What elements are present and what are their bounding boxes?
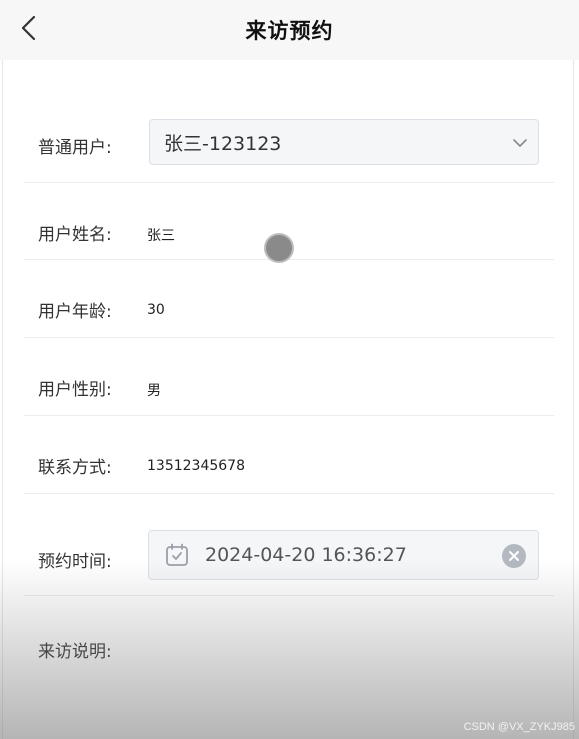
nav-bar: 来访预约	[0, 0, 579, 60]
gender-label: 用户性别:	[38, 380, 112, 400]
visit-appointment-page: 来访预约 普通用户: 张三-123123 用户姓名: 张三 用户年龄: 30 用	[0, 0, 579, 739]
page-title: 来访预约	[245, 19, 334, 43]
calendar-icon	[166, 543, 188, 566]
right-edge-divider	[573, 60, 574, 739]
name-value: 张三	[147, 228, 175, 244]
age-value: 30	[147, 302, 165, 318]
clear-icon[interactable]	[502, 544, 526, 568]
form-row-gender: 用户性别: 男	[24, 337, 554, 416]
touch-indicator	[264, 233, 294, 263]
form-row-user: 普通用户: 张三-123123	[24, 104, 554, 183]
form-row-visit-note: 来访说明:	[24, 595, 554, 695]
user-select-value: 张三-123123	[164, 132, 282, 155]
form-row-age: 用户年龄: 30	[24, 259, 554, 338]
watermark: CSDN @VX_ZYKJ985	[463, 721, 575, 733]
gender-value: 男	[147, 383, 161, 399]
visit-note-label: 来访说明:	[38, 642, 112, 662]
contact-label: 联系方式:	[38, 458, 112, 478]
contact-value: 13512345678	[147, 458, 245, 474]
back-button[interactable]	[14, 14, 44, 44]
form-row-contact: 联系方式: 13512345678	[24, 415, 554, 494]
user-select-label: 普通用户:	[38, 138, 112, 158]
left-edge-divider	[2, 60, 3, 739]
name-label: 用户姓名:	[38, 225, 112, 245]
appointment-time-value: 2024-04-20 16:36:27	[205, 544, 407, 566]
appointment-time-label: 预约时间:	[38, 552, 112, 572]
user-select[interactable]: 张三-123123	[149, 119, 539, 165]
form-row-appointment-time: 预约时间: 2024-04-20 16:36:27	[24, 493, 554, 596]
appointment-time-picker[interactable]: 2024-04-20 16:36:27	[148, 530, 539, 580]
age-label: 用户年龄:	[38, 302, 112, 322]
chevron-down-icon	[513, 139, 527, 147]
back-arrow-icon	[21, 15, 36, 41]
